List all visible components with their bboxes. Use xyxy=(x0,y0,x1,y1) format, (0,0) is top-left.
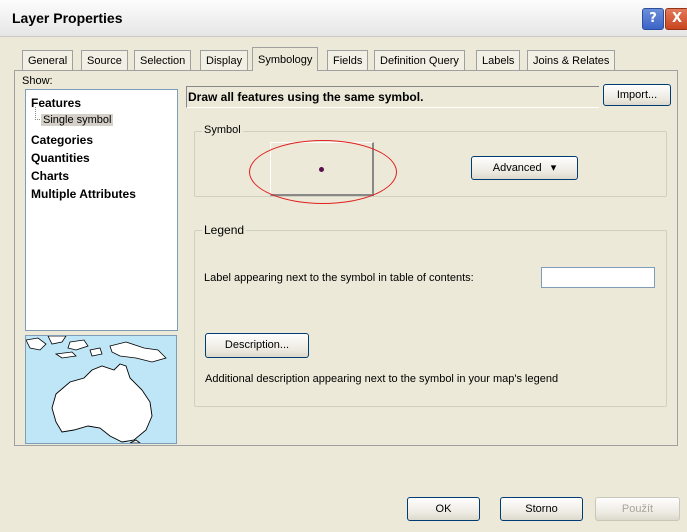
tab-symbology[interactable]: Symbology xyxy=(252,47,319,71)
legend-label-caption: Label appearing next to the symbol in ta… xyxy=(204,272,474,284)
list-item-single-symbol[interactable]: Single symbol xyxy=(41,114,114,126)
legend-group-title: Legend xyxy=(202,223,247,237)
symbol-group-title: Symbol xyxy=(202,124,243,136)
storno-button[interactable]: Storno xyxy=(500,497,583,521)
highlight-ellipse xyxy=(249,140,397,204)
import-button[interactable]: Import... xyxy=(603,84,671,106)
window-title: Layer Properties xyxy=(12,10,123,26)
description-button[interactable]: Description... xyxy=(205,333,309,358)
renderer-description: Draw all features using the same symbol. xyxy=(188,90,424,104)
tab-display[interactable]: Display xyxy=(200,50,249,70)
map-preview-image xyxy=(25,335,177,444)
tab-fields[interactable]: Fields xyxy=(327,50,369,70)
list-item-label: Single symbol xyxy=(41,114,114,126)
pouzit-button[interactable]: Použít xyxy=(595,497,680,521)
renderer-list[interactable]: Features Single symbol Categories Quanti… xyxy=(25,89,178,331)
advanced-button[interactable]: Advanced ▾ xyxy=(471,156,578,180)
list-item-quantities[interactable]: Quantities xyxy=(31,151,90,165)
list-item-categories[interactable]: Categories xyxy=(31,133,93,147)
close-button[interactable]: X xyxy=(665,8,687,30)
list-item-multiple-attributes[interactable]: Multiple Attributes xyxy=(31,187,136,201)
list-item-charts[interactable]: Charts xyxy=(31,169,69,183)
description-caption: Additional description appearing next to… xyxy=(205,373,559,385)
tab-labels[interactable]: Labels xyxy=(476,50,521,70)
tab-selection[interactable]: Selection xyxy=(134,50,192,70)
help-button[interactable]: ? xyxy=(642,8,664,30)
dropdown-arrow-icon: ▾ xyxy=(550,162,557,174)
tab-source[interactable]: Source xyxy=(81,50,128,70)
ok-button[interactable]: OK xyxy=(407,497,480,521)
tab-general[interactable]: General xyxy=(22,50,74,70)
tab-joins-relates[interactable]: Joins & Relates xyxy=(527,50,616,70)
legend-label-input[interactable] xyxy=(541,267,655,288)
tab-definition-query[interactable]: Definition Query xyxy=(374,50,465,70)
advanced-label: Advanced xyxy=(492,162,542,174)
show-label: Show: xyxy=(22,75,53,87)
